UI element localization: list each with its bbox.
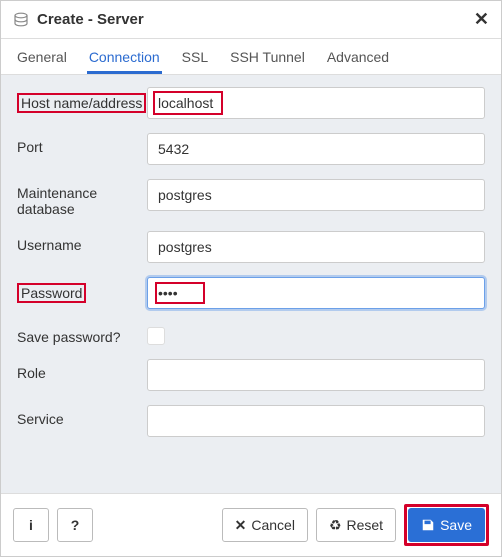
question-icon: ? — [71, 517, 80, 533]
password-input[interactable] — [147, 277, 485, 309]
save-password-label: Save password? — [17, 323, 147, 345]
dialog-footer: i ? ✕ Cancel ♻ Reset Save — [1, 493, 501, 556]
password-label: Password — [17, 277, 147, 303]
dialog-title: Create - Server — [37, 11, 474, 28]
service-input[interactable] — [147, 405, 485, 437]
tab-ssh-tunnel[interactable]: SSH Tunnel — [228, 39, 307, 74]
role-input[interactable] — [147, 359, 485, 391]
maintenance-db-label: Maintenance database — [17, 179, 147, 217]
cancel-button[interactable]: ✕ Cancel — [222, 508, 308, 542]
save-button[interactable]: Save — [408, 508, 485, 542]
service-label: Service — [17, 405, 147, 427]
role-label: Role — [17, 359, 147, 381]
info-icon: i — [29, 517, 33, 533]
save-password-toggle[interactable] — [147, 327, 165, 345]
reset-label: Reset — [347, 517, 384, 533]
recycle-icon: ♻ — [329, 517, 342, 534]
form-area: Host name/address Port Maintenance datab… — [1, 75, 501, 493]
maintenance-db-input[interactable] — [147, 179, 485, 211]
reset-button[interactable]: ♻ Reset — [316, 508, 396, 542]
save-icon — [421, 518, 435, 532]
cancel-label: Cancel — [251, 517, 295, 533]
tab-general[interactable]: General — [15, 39, 69, 74]
info-button[interactable]: i — [13, 508, 49, 542]
host-label: Host name/address — [17, 87, 147, 113]
titlebar: Create - Server ✕ — [1, 1, 501, 39]
save-label: Save — [440, 517, 472, 533]
port-label: Port — [17, 133, 147, 155]
close-icon: ✕ — [235, 517, 247, 534]
create-server-dialog: Create - Server ✕ General Connection SSL… — [0, 0, 502, 557]
tab-connection[interactable]: Connection — [87, 39, 162, 74]
database-icon — [13, 12, 29, 28]
tab-advanced[interactable]: Advanced — [325, 39, 391, 74]
host-input[interactable] — [147, 87, 485, 119]
tab-ssl[interactable]: SSL — [180, 39, 210, 74]
save-highlight: Save — [404, 504, 489, 546]
help-button[interactable]: ? — [57, 508, 93, 542]
username-input[interactable] — [147, 231, 485, 263]
port-input[interactable] — [147, 133, 485, 165]
close-icon[interactable]: ✕ — [474, 9, 489, 30]
tab-bar: General Connection SSL SSH Tunnel Advanc… — [1, 39, 501, 75]
username-label: Username — [17, 231, 147, 253]
